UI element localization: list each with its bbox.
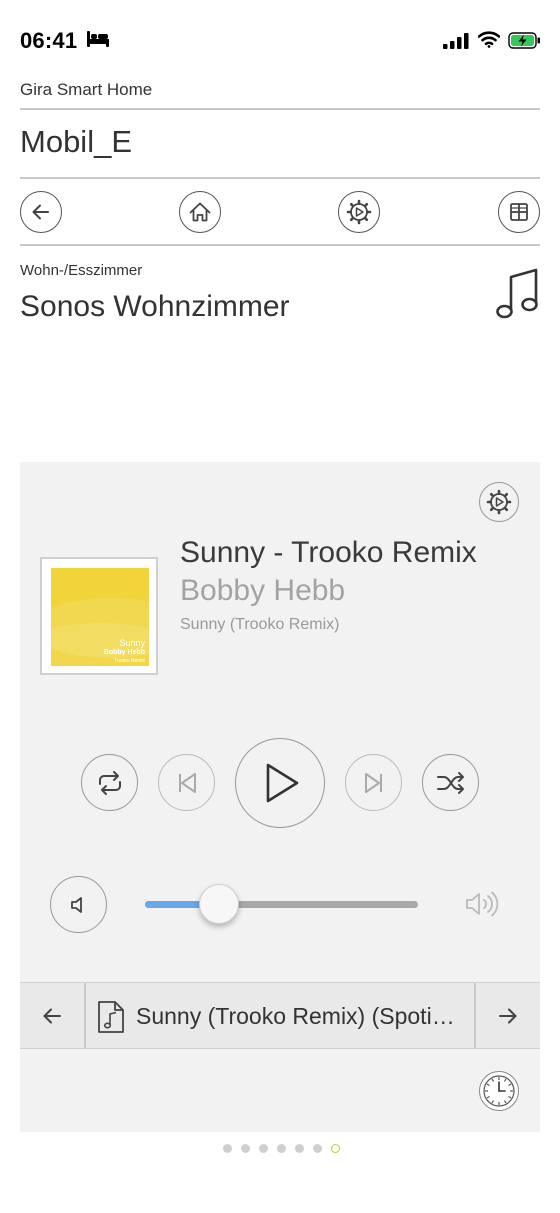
skip-previous-icon	[178, 772, 196, 793]
album-cover: Sunny Bobby Hebb Trooko Remix	[40, 557, 158, 675]
page-dot[interactable]	[223, 1144, 232, 1153]
timer-button[interactable]	[479, 1071, 519, 1111]
shuffle-button[interactable]	[422, 754, 479, 811]
album-art: Sunny Bobby Hebb Trooko Remix	[51, 568, 149, 666]
divider	[20, 108, 540, 110]
speaker-icon	[70, 896, 82, 913]
track-artist: Bobby Hebb	[180, 574, 346, 607]
home-icon	[189, 202, 211, 222]
arrow-left-icon	[43, 1008, 61, 1023]
divider	[84, 983, 86, 1048]
page-dot-active[interactable]	[331, 1144, 340, 1153]
wifi-icon	[478, 31, 500, 48]
music-note-icon	[496, 268, 538, 319]
home-button[interactable]	[179, 191, 221, 233]
grid-view-button[interactable]	[498, 191, 540, 233]
grid-icon	[510, 203, 528, 221]
skip-next-icon	[364, 772, 382, 793]
player-settings-button[interactable]	[479, 482, 519, 522]
repeat-button[interactable]	[81, 754, 138, 811]
arrow-left-icon	[32, 204, 49, 220]
status-bar: 06:41	[0, 0, 560, 80]
cover-artist: Bobby Hebb	[103, 649, 145, 656]
queue-next-button[interactable]	[476, 982, 540, 1049]
queue-previous-button[interactable]	[20, 982, 84, 1049]
settings-button[interactable]	[338, 191, 380, 233]
page-dot[interactable]	[295, 1144, 304, 1153]
queue-current-track[interactable]: Sunny (Trooko Remix) (Spotify)	[136, 1003, 456, 1030]
track-album: Sunny (Trooko Remix)	[180, 616, 340, 633]
bed-icon	[87, 31, 109, 47]
page-dot[interactable]	[277, 1144, 286, 1153]
next-track-button[interactable]	[345, 754, 402, 811]
back-button[interactable]	[20, 191, 62, 233]
track-title: Sunny - Trooko Remix	[180, 536, 477, 569]
status-time: 06:41	[20, 28, 78, 53]
clock-icon	[483, 1075, 515, 1107]
repeat-icon	[98, 770, 121, 795]
mute-button[interactable]	[50, 876, 107, 933]
page-indicator	[0, 1142, 560, 1156]
project-title: Mobil_E	[20, 124, 132, 159]
room-name: Wohn-/Esszimmer	[20, 262, 143, 279]
gear-icon	[486, 489, 512, 515]
cover-title: Sunny	[119, 638, 145, 648]
app-title: Gira Smart Home	[20, 80, 153, 99]
page-dot[interactable]	[313, 1144, 322, 1153]
arrow-right-icon	[499, 1008, 517, 1023]
divider	[20, 244, 540, 246]
volume-slider-thumb[interactable]	[198, 884, 239, 924]
shuffle-icon	[436, 771, 464, 794]
music-file-icon	[98, 1001, 124, 1033]
gear-icon	[346, 199, 372, 225]
play-button[interactable]	[235, 738, 325, 828]
battery-charging-icon	[508, 32, 540, 49]
volume-up-icon	[466, 891, 499, 917]
cover-subtitle: Trooko Remix	[114, 658, 145, 664]
device-title: Sonos Wohnzimmer	[20, 290, 290, 323]
page-dot[interactable]	[259, 1144, 268, 1153]
signal-icon	[443, 33, 469, 49]
previous-track-button[interactable]	[158, 754, 215, 811]
play-icon	[266, 763, 299, 803]
divider	[20, 177, 540, 179]
page-dot[interactable]	[241, 1144, 250, 1153]
